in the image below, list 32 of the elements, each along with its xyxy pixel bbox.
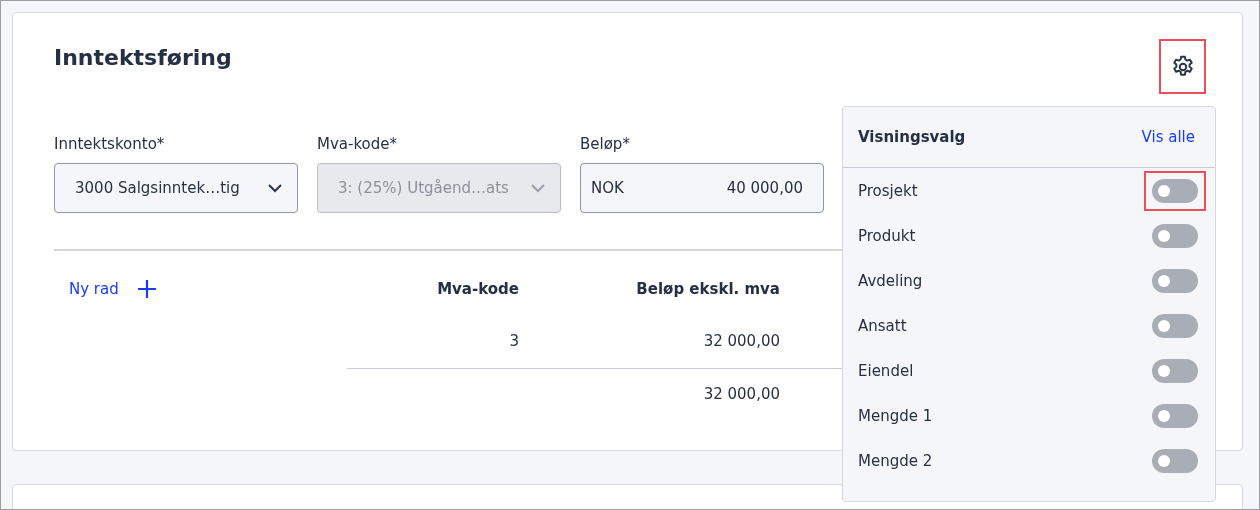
field-label: Mva-kode* xyxy=(317,135,398,153)
option-label: Eiendel xyxy=(858,361,914,380)
toggle-switch[interactable] xyxy=(1152,313,1198,338)
total-cell-text: 32 000,00 xyxy=(702,385,780,403)
card-title: Inntektsføring xyxy=(54,45,232,70)
plus-icon xyxy=(137,279,157,299)
select-field[interactable]: 3000 Salgsinntek…tig xyxy=(54,163,298,213)
option-label: Produkt xyxy=(858,226,916,245)
amount-field[interactable]: NOK 40 000,00 xyxy=(580,163,824,213)
column-header: Mva-kode xyxy=(436,280,519,298)
show-all-link[interactable]: Vis alle xyxy=(1141,128,1195,146)
toggle-switch[interactable] xyxy=(1152,178,1198,203)
toggle-switch[interactable] xyxy=(1152,448,1198,473)
field-label: Beløp* xyxy=(580,135,631,153)
panel-title: Visningsvalg xyxy=(858,128,966,146)
option-label: Mengde 2 xyxy=(858,451,933,470)
settings-button[interactable] xyxy=(1159,39,1206,94)
new-row-link[interactable]: Ny rad xyxy=(69,280,119,298)
table-cell-text: 32 000,00 xyxy=(702,332,780,350)
option-label: Prosjekt xyxy=(858,181,918,200)
option-label: Avdeling xyxy=(858,271,923,290)
toggle-switch[interactable] xyxy=(1152,403,1198,428)
toggle-switch[interactable] xyxy=(1152,268,1198,293)
chevron-down-icon xyxy=(530,183,546,193)
toggle-switch[interactable] xyxy=(1152,223,1198,248)
table-cell-text: 3 xyxy=(508,332,519,350)
option-label: Ansatt xyxy=(858,316,907,335)
field-label: Inntektskonto* xyxy=(54,135,166,153)
toggle-switch[interactable] xyxy=(1152,358,1198,383)
chevron-down-icon xyxy=(267,183,283,193)
option-label: Mengde 1 xyxy=(858,406,933,425)
column-header: Beløp ekskl. mva xyxy=(635,280,780,298)
